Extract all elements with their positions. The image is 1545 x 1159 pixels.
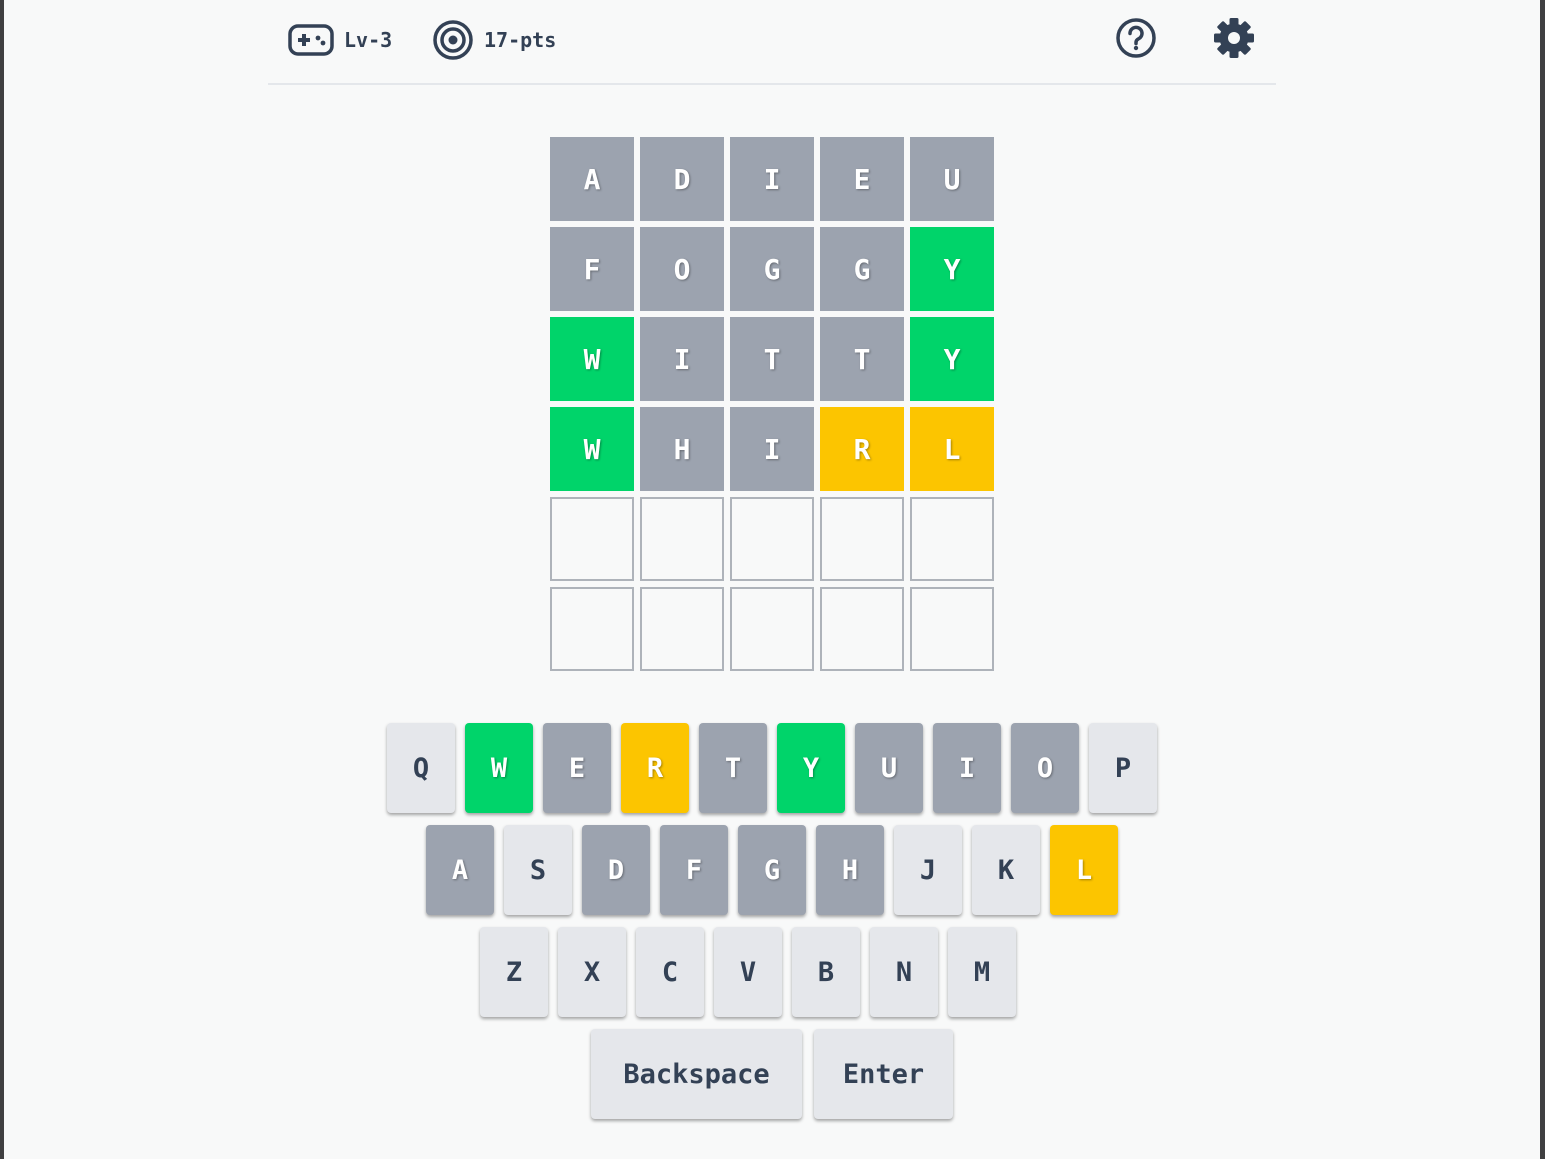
letter-tile: I [640,317,724,401]
backspace-key[interactable]: Backspace [591,1029,802,1119]
letter-tile: I [730,407,814,491]
letter-tile: E [820,137,904,221]
letter-tile: T [820,317,904,401]
level-indicator: Lv-3 [288,18,392,62]
key-e[interactable]: E [543,723,611,813]
empty-tile [910,587,994,671]
letter-tile: G [730,227,814,311]
level-label: Lv-3 [344,28,393,52]
key-n[interactable]: N [870,927,938,1017]
keyboard-row-2: ASDFGHJKL [4,825,1540,915]
key-o[interactable]: O [1011,723,1079,813]
empty-tile [820,497,904,581]
empty-tile [640,497,724,581]
letter-tile: A [550,137,634,221]
gamepad-icon [288,23,334,57]
key-r[interactable]: R [621,723,689,813]
on-screen-keyboard: QWERTYUIOP ASDFGHJKL ZXCVBNM Backspace E… [4,723,1540,1131]
key-f[interactable]: F [660,825,728,915]
key-g[interactable]: G [738,825,806,915]
key-t[interactable]: T [699,723,767,813]
empty-tile [640,587,724,671]
empty-tile [910,497,994,581]
gear-icon [1213,17,1255,63]
letter-tile: H [640,407,724,491]
key-d[interactable]: D [582,825,650,915]
letter-tile: Y [910,317,994,401]
keyboard-row-1: QWERTYUIOP [4,723,1540,813]
key-u[interactable]: U [855,723,923,813]
letter-tile: O [640,227,724,311]
letter-tile: G [820,227,904,311]
top-bar: Lv-3 17-pts [268,0,1276,85]
key-i[interactable]: I [933,723,1001,813]
key-l[interactable]: L [1050,825,1118,915]
empty-tile [820,587,904,671]
empty-tile [550,587,634,671]
key-s[interactable]: S [504,825,572,915]
letter-tile: F [550,227,634,311]
key-x[interactable]: X [558,927,626,1017]
game-app: Lv-3 17-pts A D I E U F O G G Y W I T T … [4,0,1540,1159]
settings-button[interactable] [1212,18,1256,62]
key-y[interactable]: Y [777,723,845,813]
key-q[interactable]: Q [387,723,455,813]
help-circle-icon [1115,17,1157,63]
key-m[interactable]: M [948,927,1016,1017]
letter-tile: T [730,317,814,401]
letter-tile: L [910,407,994,491]
letter-tile: R [820,407,904,491]
key-h[interactable]: H [816,825,884,915]
key-z[interactable]: Z [480,927,548,1017]
keyboard-row-3: ZXCVBNM [0,927,1540,1017]
letter-tile: D [640,137,724,221]
key-a[interactable]: A [426,825,494,915]
empty-tile [730,587,814,671]
letter-tile: Y [910,227,994,311]
keyboard-action-row: Backspace Enter [4,1029,1540,1119]
points-indicator: 17-pts [432,18,556,62]
key-p[interactable]: P [1089,723,1157,813]
key-k[interactable]: K [972,825,1040,915]
key-c[interactable]: C [636,927,704,1017]
letter-tile: W [550,317,634,401]
points-label: 17-pts [484,28,557,52]
key-b[interactable]: B [792,927,860,1017]
target-icon [432,19,474,61]
key-w[interactable]: W [465,723,533,813]
enter-key[interactable]: Enter [814,1029,953,1119]
letter-tile: W [550,407,634,491]
empty-tile [550,497,634,581]
letter-tile: U [910,137,994,221]
guess-board: ADIEUFOGGYWITTYWHIRL [550,137,994,671]
key-v[interactable]: V [714,927,782,1017]
help-button[interactable] [1114,18,1158,62]
letter-tile: I [730,137,814,221]
key-j[interactable]: J [894,825,962,915]
empty-tile [730,497,814,581]
